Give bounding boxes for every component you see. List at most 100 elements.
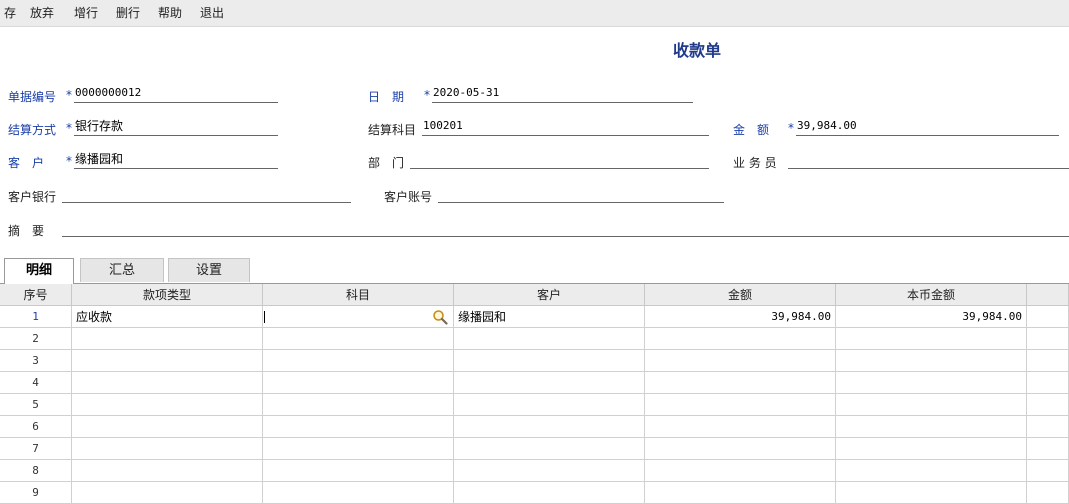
cell-amount[interactable] — [645, 438, 836, 460]
cell-filler — [1027, 482, 1069, 504]
amount-label: 金 额 — [733, 123, 770, 137]
cell-local-amount[interactable] — [836, 460, 1027, 482]
department-field[interactable] — [410, 152, 709, 169]
delete-row-button[interactable]: 删行 — [114, 4, 142, 22]
table-row[interactable]: 9 — [0, 482, 1069, 504]
cell-amount[interactable] — [645, 482, 836, 504]
help-button[interactable]: 帮助 — [156, 4, 184, 22]
customer-bank-field[interactable] — [62, 186, 351, 203]
customer-account-field[interactable] — [438, 186, 724, 203]
cell-amount[interactable]: 39,984.00 — [645, 306, 836, 328]
col-header-type[interactable]: 款项类型 — [72, 284, 263, 306]
date-field[interactable]: 2020-05-31 — [432, 86, 693, 103]
cell-local-amount[interactable] — [836, 416, 1027, 438]
cell-customer[interactable] — [454, 460, 645, 482]
cell-subject[interactable] — [263, 350, 454, 372]
cell-type[interactable] — [72, 438, 263, 460]
exit-button[interactable]: 退出 — [198, 4, 226, 22]
cell-no: 5 — [0, 394, 72, 416]
customer-label: 客 户 — [8, 156, 45, 170]
toolbar: 存 放弃 增行 删行 帮助 退出 — [0, 0, 1069, 27]
col-header-filler — [1027, 284, 1069, 306]
date-label: 日 期 — [368, 90, 405, 104]
summary-field[interactable] — [62, 220, 1069, 237]
settle-method-field[interactable]: 银行存款 — [74, 119, 278, 136]
cell-local-amount[interactable] — [836, 328, 1027, 350]
cell-no: 6 — [0, 416, 72, 438]
table-row[interactable]: 3 — [0, 350, 1069, 372]
tab-settings[interactable]: 设置 — [168, 258, 250, 282]
settle-account-field[interactable]: 100201 — [422, 119, 709, 136]
cell-type[interactable] — [72, 394, 263, 416]
discard-button[interactable]: 放弃 — [28, 4, 56, 22]
text-caret — [264, 311, 265, 323]
table-row[interactable]: 2 — [0, 328, 1069, 350]
cell-customer[interactable] — [454, 438, 645, 460]
col-header-local-amount[interactable]: 本币金额 — [836, 284, 1027, 306]
table-row[interactable]: 8 — [0, 460, 1069, 482]
cell-local-amount[interactable] — [836, 372, 1027, 394]
cell-customer[interactable] — [454, 416, 645, 438]
tab-detail[interactable]: 明细 — [4, 258, 74, 284]
cell-local-amount[interactable] — [836, 438, 1027, 460]
table-row[interactable]: 7 — [0, 438, 1069, 460]
cell-local-amount[interactable] — [836, 350, 1027, 372]
cell-customer[interactable] — [454, 328, 645, 350]
required-mark: * — [66, 88, 72, 102]
table-row[interactable]: 6 — [0, 416, 1069, 438]
cell-subject[interactable] — [263, 328, 454, 350]
col-header-no[interactable]: 序号 — [0, 284, 72, 306]
cell-subject[interactable] — [263, 372, 454, 394]
required-mark: * — [788, 121, 794, 135]
required-mark: * — [66, 154, 72, 168]
cell-type[interactable]: 应收款 — [72, 306, 263, 328]
cell-filler — [1027, 394, 1069, 416]
cell-local-amount[interactable]: 39,984.00 — [836, 306, 1027, 328]
save-button[interactable]: 存 — [2, 4, 18, 22]
add-row-button[interactable]: 增行 — [72, 4, 100, 22]
table-row[interactable]: 5 — [0, 394, 1069, 416]
cell-subject[interactable] — [263, 394, 454, 416]
cell-customer[interactable] — [454, 394, 645, 416]
table-header: 序号 款项类型 科目 客户 金额 本币金额 — [0, 284, 1069, 306]
cell-customer[interactable]: 缘播园和 — [454, 306, 645, 328]
cell-subject[interactable] — [263, 416, 454, 438]
col-header-amount[interactable]: 金额 — [645, 284, 836, 306]
amount-field[interactable]: 39,984.00 — [796, 119, 1059, 136]
cell-customer[interactable] — [454, 482, 645, 504]
page-title: 收款单 — [673, 41, 722, 60]
cell-subject[interactable] — [263, 482, 454, 504]
cell-no: 9 — [0, 482, 72, 504]
tab-summary[interactable]: 汇总 — [80, 258, 164, 282]
cell-no: 7 — [0, 438, 72, 460]
cell-amount[interactable] — [645, 328, 836, 350]
cell-no: 1 — [0, 306, 72, 328]
magnifier-icon[interactable] — [432, 309, 448, 325]
cell-type[interactable] — [72, 372, 263, 394]
cell-type[interactable] — [72, 328, 263, 350]
cell-type[interactable] — [72, 350, 263, 372]
table-row[interactable]: 4 — [0, 372, 1069, 394]
cell-amount[interactable] — [645, 350, 836, 372]
col-header-subject[interactable]: 科目 — [263, 284, 454, 306]
cell-local-amount[interactable] — [836, 394, 1027, 416]
cell-type[interactable] — [72, 416, 263, 438]
cell-amount[interactable] — [645, 416, 836, 438]
cell-amount[interactable] — [645, 372, 836, 394]
cell-subject[interactable] — [263, 460, 454, 482]
cell-subject[interactable] — [263, 306, 454, 328]
cell-type[interactable] — [72, 460, 263, 482]
customer-field[interactable]: 缘播园和 — [74, 152, 278, 169]
doc-no-field[interactable]: 0000000012 — [74, 86, 278, 103]
salesperson-field[interactable] — [788, 152, 1069, 169]
cell-amount[interactable] — [645, 460, 836, 482]
cell-amount[interactable] — [645, 394, 836, 416]
cell-customer[interactable] — [454, 350, 645, 372]
cell-no: 3 — [0, 350, 72, 372]
cell-subject[interactable] — [263, 438, 454, 460]
cell-type[interactable] — [72, 482, 263, 504]
cell-customer[interactable] — [454, 372, 645, 394]
col-header-customer[interactable]: 客户 — [454, 284, 645, 306]
table-row[interactable]: 1 应收款 缘播园和 39,984.00 39,984.00 — [0, 306, 1069, 328]
cell-local-amount[interactable] — [836, 482, 1027, 504]
